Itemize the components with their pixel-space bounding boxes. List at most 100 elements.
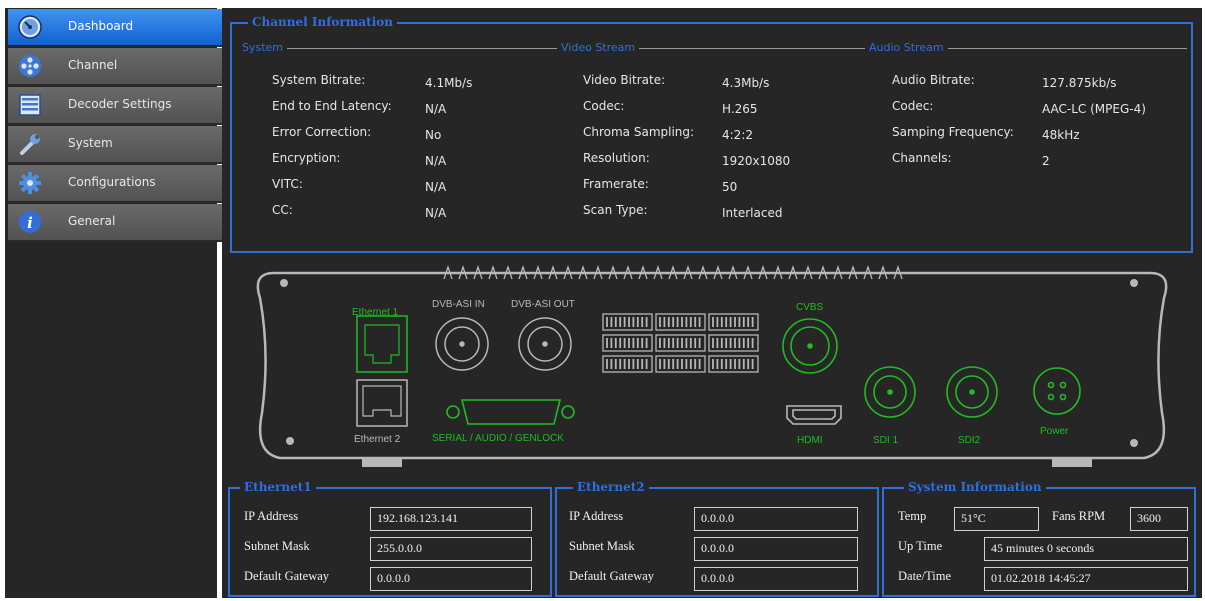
info-label: VITC:	[272, 177, 303, 191]
dvb-asi-in-label: DVB-ASI IN	[432, 299, 485, 310]
sidebar-item-label: Dashboard	[68, 19, 134, 33]
fans-rpm-field[interactable]: 3600	[1130, 507, 1188, 531]
film-reel-icon	[19, 55, 41, 77]
sidebar-item-label: System	[68, 136, 113, 150]
default-gateway-label: Default Gateway	[244, 569, 330, 583]
info-value: 4.3Mb/s	[722, 76, 770, 90]
serial-audio-genlock-connector[interactable]	[446, 399, 575, 425]
sdi2-connector[interactable]	[946, 366, 998, 418]
screw	[1130, 439, 1138, 447]
info-value: 1920x1080	[722, 154, 791, 168]
ethernet2-ip-field[interactable]: 0.0.0.0	[694, 507, 858, 531]
wrench-icon	[20, 134, 40, 155]
screw	[286, 437, 294, 445]
info-value: N/A	[425, 154, 447, 168]
info-label: Framerate:	[583, 177, 649, 191]
sidebar-item-label: General	[68, 214, 116, 228]
ethernet1-port[interactable]	[356, 315, 408, 373]
ethernet2-subnet-field[interactable]: 0.0.0.0	[694, 537, 858, 561]
dvb-asi-out-connector[interactable]	[518, 317, 572, 371]
temp-field[interactable]: 51°C	[954, 507, 1039, 531]
list-icon	[19, 94, 41, 116]
dvb-asi-in-connector[interactable]	[435, 317, 489, 371]
gear-icon	[19, 172, 41, 194]
ethernet2-port-label: Ethernet 2	[354, 434, 401, 445]
hdmi-port[interactable]	[786, 405, 842, 425]
ethernet1-panel: Ethernet1 IP Address 192.168.123.141 Sub…	[228, 480, 552, 597]
up-time-field[interactable]: 45 minutes 0 seconds	[984, 537, 1188, 561]
sidebar-item-channel[interactable]: Channel	[8, 48, 223, 86]
ethernet1-gateway-field[interactable]: 0.0.0.0	[370, 567, 532, 591]
device-foot	[362, 458, 402, 467]
date-time-label: Date/Time	[898, 569, 952, 583]
default-gateway-label: Default Gateway	[569, 569, 655, 583]
info-value: 127.875kb/s	[1042, 76, 1117, 90]
vent-grid	[602, 313, 759, 373]
ethernet2-port[interactable]	[356, 379, 408, 427]
cvbs-connector[interactable]	[782, 318, 838, 374]
info-label: Scan Type:	[583, 203, 648, 217]
ethernet1-port-label: Ethernet 1	[352, 307, 399, 318]
sidebar: Dashboard Channel Decoder Settings Syste…	[5, 8, 223, 598]
info-value: No	[425, 128, 442, 142]
fans-rpm-label: Fans RPM	[1052, 509, 1106, 523]
sdi2-label: SDI2	[958, 435, 981, 446]
dvb-asi-out-label: DVB-ASI OUT	[511, 299, 575, 310]
section-divider	[242, 48, 1187, 49]
sdi1-label: SDI 1	[873, 435, 899, 446]
sidebar-item-label: Configurations	[68, 175, 156, 189]
ethernet1-ip-field[interactable]: 192.168.123.141	[370, 507, 532, 531]
info-value: N/A	[425, 206, 447, 220]
info-value: 50	[722, 180, 738, 194]
info-icon: i	[19, 211, 41, 233]
sidebar-item-dashboard[interactable]: Dashboard	[8, 9, 223, 47]
info-label: Chroma Sampling:	[583, 125, 695, 139]
video-section-title: Video Stream	[557, 41, 640, 54]
channel-information-panel: Channel Information System Video Stream …	[230, 15, 1193, 253]
info-value: AAC-LC (MPEG-4)	[1042, 102, 1146, 116]
ethernet1-subnet-field[interactable]: 255.0.0.0	[370, 537, 532, 561]
power-label: Power	[1040, 426, 1069, 437]
sidebar-item-label: Channel	[68, 58, 118, 72]
info-label: Codec:	[583, 99, 625, 113]
sidebar-item-general[interactable]: i General	[8, 204, 223, 242]
info-label: Error Correction:	[272, 125, 372, 139]
info-value: N/A	[425, 180, 447, 194]
ip-address-label: IP Address	[569, 509, 624, 523]
info-label: Channels:	[892, 151, 952, 165]
ethernet2-panel: Ethernet2 IP Address 0.0.0.0 Subnet Mask…	[555, 480, 879, 597]
info-value: 4.1Mb/s	[425, 76, 473, 90]
hdmi-label: HDMI	[797, 435, 823, 446]
ethernet1-title: Ethernet1	[240, 480, 316, 494]
date-time-field[interactable]: 01.02.2018 14:45:27	[984, 567, 1188, 591]
sidebar-item-configurations[interactable]: Configurations	[8, 165, 223, 203]
svg-text:i: i	[27, 214, 33, 232]
info-label: Video Bitrate:	[583, 73, 666, 87]
info-label: Codec:	[892, 99, 934, 113]
device-rear-panel	[256, 264, 1168, 467]
info-value: Interlaced	[722, 206, 783, 220]
info-value: 48kHz	[1042, 128, 1080, 142]
sdi1-connector[interactable]	[864, 366, 916, 418]
audio-section-title: Audio Stream	[865, 41, 948, 54]
info-value: 4:2:2	[722, 128, 753, 142]
ethernet2-gateway-field[interactable]: 0.0.0.0	[694, 567, 858, 591]
up-time-label: Up Time	[898, 539, 943, 553]
info-label: End to End Latency:	[272, 99, 392, 113]
device-foot	[1052, 458, 1092, 467]
ip-address-label: IP Address	[244, 509, 299, 523]
info-label: Samping Frequency:	[892, 125, 1014, 139]
info-value: N/A	[425, 102, 447, 116]
info-label: Resolution:	[583, 151, 650, 165]
sidebar-item-label: Decoder Settings	[68, 97, 172, 111]
info-label: CC:	[272, 203, 293, 217]
info-value: 2	[1042, 154, 1050, 168]
serial-label: SERIAL / AUDIO / GENLOCK	[432, 433, 564, 444]
device-outline	[256, 271, 1168, 460]
system-information-panel: System Information Temp 51°C Fans RPM 36…	[882, 480, 1196, 597]
power-connector[interactable]	[1033, 367, 1081, 415]
sidebar-item-system[interactable]: System	[8, 126, 223, 164]
subnet-mask-label: Subnet Mask	[569, 539, 635, 553]
sidebar-item-decoder-settings[interactable]: Decoder Settings	[8, 87, 223, 125]
subnet-mask-label: Subnet Mask	[244, 539, 310, 553]
